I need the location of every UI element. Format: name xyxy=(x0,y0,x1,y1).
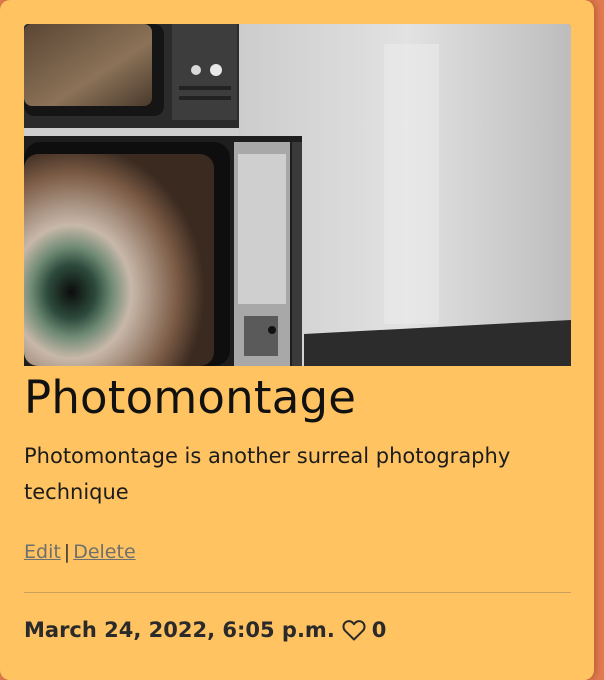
delete-link[interactable]: Delete xyxy=(73,541,135,563)
post-actions: Edit | Delete xyxy=(24,538,136,566)
post-title: Photomontage xyxy=(24,371,357,424)
post-description: Photomontage is another surreal photogra… xyxy=(24,444,511,504)
action-separator: | xyxy=(63,541,71,563)
post-meta: March 24, 2022, 6:05 p.m. 0 xyxy=(24,618,386,642)
edit-link[interactable]: Edit xyxy=(24,541,61,563)
like-count: 0 xyxy=(371,618,387,642)
post-card: Photomontage Photomontage is another sur… xyxy=(0,0,594,680)
card-divider xyxy=(24,592,571,593)
post-date: March 24, 2022, 6:05 p.m. xyxy=(24,618,335,642)
heart-outline-icon[interactable] xyxy=(342,619,366,641)
post-image xyxy=(24,24,571,366)
